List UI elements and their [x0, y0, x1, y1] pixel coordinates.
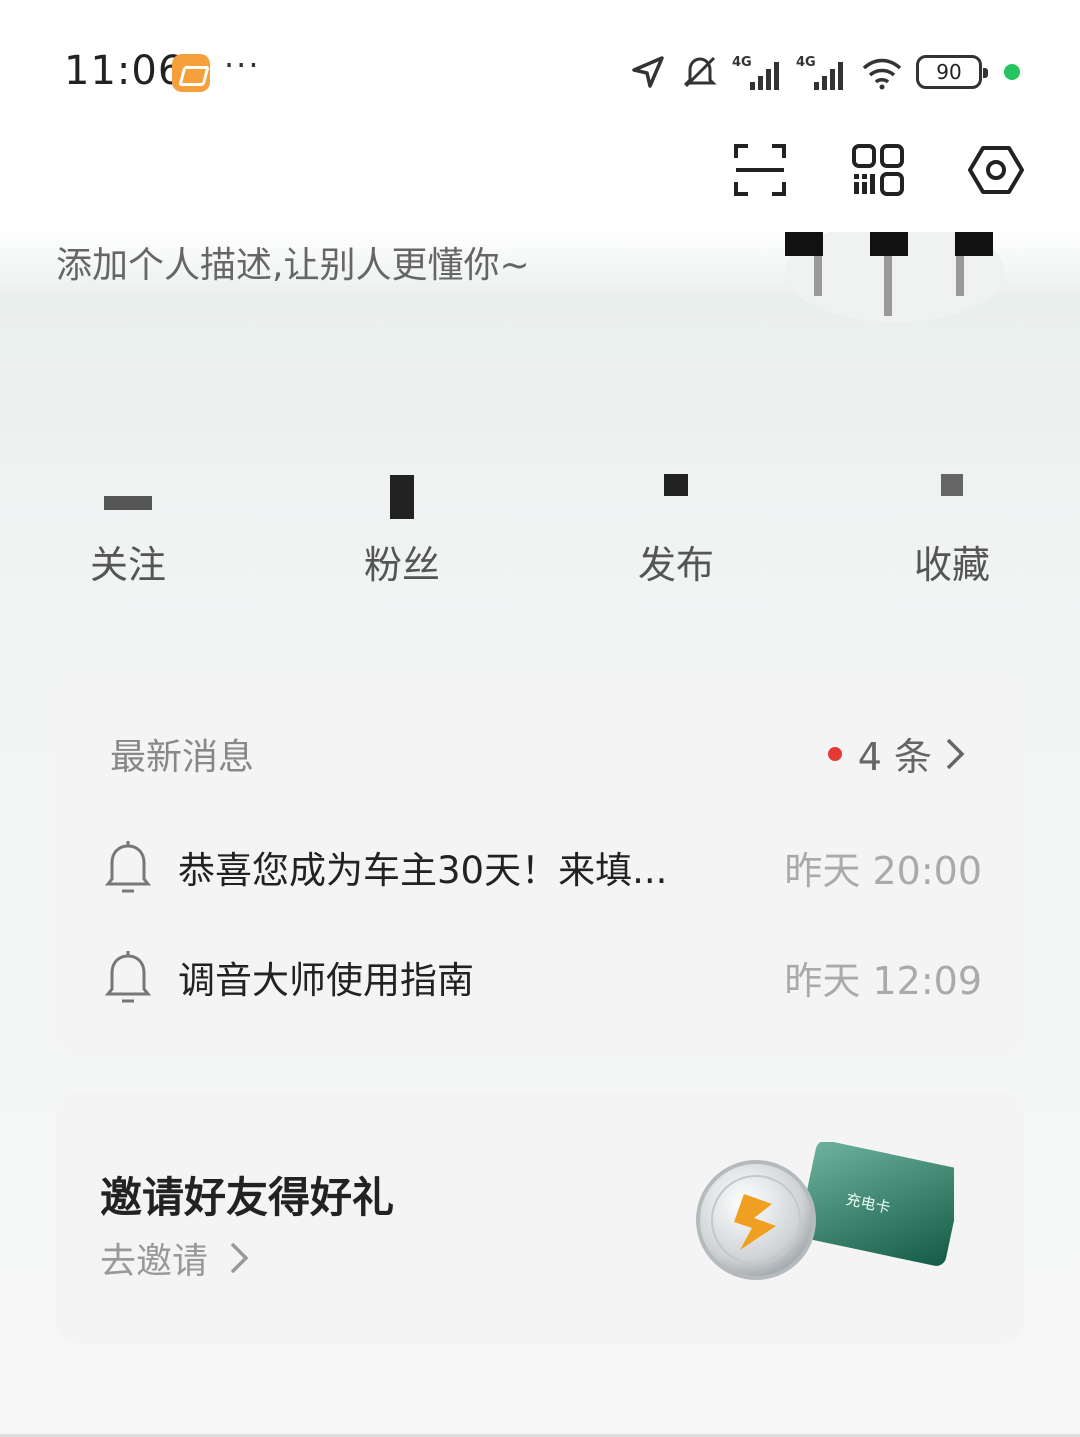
battery-level: 90: [936, 60, 962, 84]
chevron-right-icon: [946, 738, 965, 769]
bell-icon: [104, 841, 152, 893]
svg-text:4G: 4G: [796, 55, 816, 70]
profile-description[interactable]: 添加个人描述,让别人更懂你~: [56, 236, 530, 288]
stat-value-redacted: [58, 460, 198, 510]
app-notification-icon: [172, 54, 210, 92]
scan-icon[interactable]: [732, 140, 788, 200]
bell-icon: [104, 951, 152, 1003]
chevron-right-icon: [230, 1242, 249, 1274]
stat-label: 收藏: [913, 543, 990, 587]
privacy-indicator-dot: [1004, 64, 1020, 80]
invite-link-label: 去邀请: [100, 1241, 209, 1282]
invite-friends-card[interactable]: 邀请好友得好礼 去邀请 充电卡: [56, 1092, 1024, 1344]
qrcode-icon[interactable]: [850, 140, 906, 200]
status-icons: 4G 4G 90: [628, 50, 1020, 94]
decoration-graphic: [785, 232, 1005, 322]
signal-4g-icon: 4G: [796, 55, 843, 90]
signal-4g-icon: 4G: [732, 55, 779, 90]
status-time: 11:06: [64, 48, 185, 94]
messages-count-link[interactable]: 4 条: [827, 726, 968, 781]
stat-posts[interactable]: 发布: [606, 460, 746, 589]
charging-card-illustration: 充电卡: [696, 1142, 954, 1280]
messages-count: 4 条: [857, 735, 932, 779]
header-toolbar: [732, 140, 1024, 200]
invite-title: 邀请好友得好礼: [100, 1173, 395, 1222]
profile-stats: 关注 粉丝 发布 收藏: [0, 460, 1080, 600]
message-text: 恭喜您成为车主30天！来填...: [178, 849, 668, 892]
message-time: 昨天 12:09: [784, 958, 982, 1003]
stat-value-redacted: [606, 460, 746, 510]
message-time: 昨天 20:00: [784, 848, 982, 893]
more-notifications-icon: ···: [224, 46, 261, 84]
status-bar: 11:06 ··· 4G 4G 90: [0, 0, 1080, 120]
battery-icon: 90: [916, 55, 988, 89]
stat-value-redacted: [882, 460, 1022, 510]
messages-title: 最新消息: [110, 737, 255, 778]
stat-label: 关注: [89, 543, 166, 587]
stat-label: 粉丝: [363, 543, 440, 587]
wifi-icon: [862, 58, 902, 90]
message-text: 调音大师使用指南: [178, 959, 474, 1002]
stat-value-redacted: [332, 460, 472, 519]
stat-favorites[interactable]: 收藏: [882, 460, 1022, 589]
svg-text:4G: 4G: [732, 55, 752, 70]
stat-label: 发布: [637, 543, 714, 587]
message-item[interactable]: 恭喜您成为车主30天！来填... 昨天 20:00: [102, 832, 982, 902]
message-item[interactable]: 调音大师使用指南 昨天 12:09: [102, 942, 982, 1012]
unread-dot: [827, 746, 842, 761]
stat-following[interactable]: 关注: [58, 460, 198, 589]
stat-fans[interactable]: 粉丝: [332, 460, 472, 589]
latest-messages-card: 最新消息 4 条 恭喜您成为车主30天！来填... 昨天 20:00 调音大师使…: [56, 676, 1024, 1056]
settings-icon[interactable]: [968, 140, 1024, 200]
invite-link[interactable]: 去邀请: [100, 1232, 252, 1284]
mute-bell-icon: [683, 56, 717, 88]
location-icon: [632, 56, 664, 88]
